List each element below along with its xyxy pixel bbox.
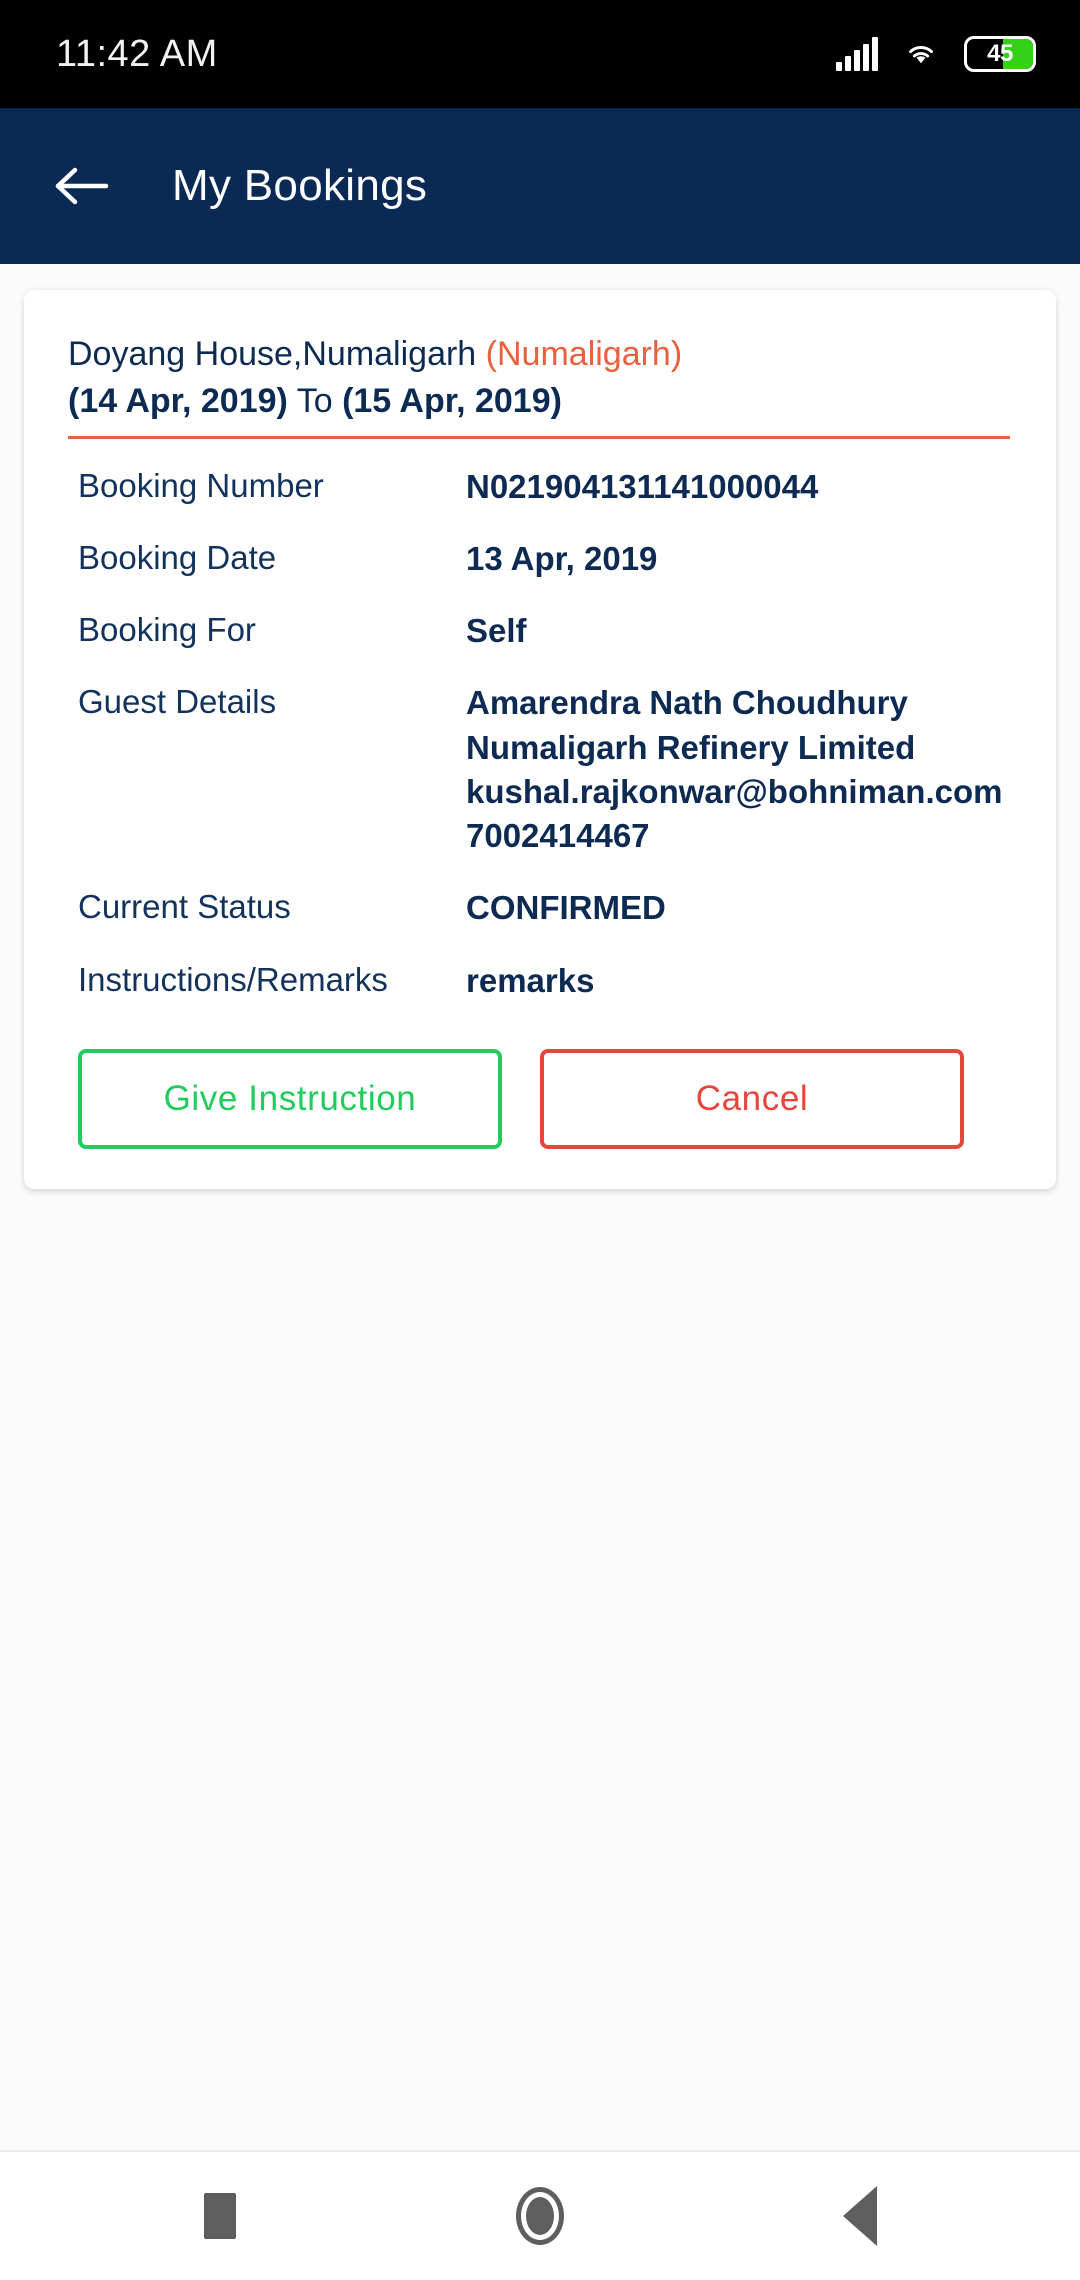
app-bar: My Bookings: [0, 108, 1080, 264]
booking-header: Doyang House,Numaligarh (Numaligarh) (14…: [68, 332, 1010, 439]
booking-card: Doyang House,Numaligarh (Numaligarh) (14…: [24, 290, 1056, 1189]
square-recents-icon: [204, 2193, 236, 2239]
booking-dates-line: (14 Apr, 2019) To (15 Apr, 2019): [68, 379, 1010, 424]
guest-email: kushal.rajkonwar@bohniman.com: [466, 772, 1003, 810]
check-out-date: (15 Apr, 2019): [342, 381, 562, 420]
property-name: Doyang House,Numaligarh: [68, 335, 477, 373]
recents-button[interactable]: [175, 2171, 265, 2261]
battery-level: 45: [987, 40, 1013, 67]
back-arrow-icon: [55, 167, 109, 205]
status-icons: 45: [836, 36, 1036, 72]
home-button[interactable]: [495, 2171, 585, 2261]
detail-row-booking-date: Booking Date 13 Apr, 2019: [60, 537, 1020, 581]
detail-value: N021904131141000044: [466, 467, 819, 505]
booking-details-list: Booking Number N021904131141000044 Booki…: [60, 465, 1020, 1003]
back-button[interactable]: [46, 150, 118, 222]
page-title: My Bookings: [172, 161, 428, 210]
status-badge: CONFIRMED: [466, 889, 666, 927]
detail-label: Guest Details: [78, 683, 277, 721]
phone-screen: 11:42 AM 45 My Bookings Doyang House,Num…: [0, 0, 1080, 2280]
detail-value: 13 Apr, 2019: [466, 539, 658, 577]
guest-name: Amarendra Nath Choudhury: [466, 684, 908, 722]
detail-row-booking-for: Booking For Self: [60, 609, 1020, 653]
signal-bars-icon: [836, 37, 878, 71]
content-area: Doyang House,Numaligarh (Numaligarh) (14…: [0, 264, 1080, 2150]
system-navigation-bar: [0, 2150, 1080, 2280]
detail-value-group: Amarendra Nath Choudhury Numaligarh Refi…: [466, 681, 1002, 858]
detail-label: Booking Number: [78, 466, 324, 504]
detail-label: Booking Date: [78, 538, 277, 576]
check-in-date: (14 Apr, 2019): [68, 381, 288, 420]
status-bar: 11:42 AM 45: [0, 0, 1080, 108]
action-buttons: Give Instruction Cancel: [60, 1048, 1020, 1149]
status-clock: 11:42 AM: [56, 32, 218, 75]
booking-property-line: Doyang House,Numaligarh (Numaligarh): [68, 332, 1010, 377]
detail-label: Booking For: [78, 611, 256, 649]
cancel-button[interactable]: Cancel: [540, 1048, 964, 1149]
guest-phone: 7002414467: [466, 817, 650, 855]
guest-organisation: Numaligarh Refinery Limited: [466, 728, 916, 766]
dates-separator: To: [296, 381, 333, 420]
give-instruction-button[interactable]: Give Instruction: [78, 1048, 502, 1149]
system-back-button[interactable]: [815, 2171, 905, 2261]
wifi-icon: [909, 46, 933, 64]
detail-value: remarks: [466, 961, 595, 999]
circle-home-icon: [516, 2187, 564, 2245]
property-location: (Numaligarh): [485, 335, 683, 373]
detail-label: Instructions/Remarks: [78, 960, 388, 998]
detail-row-current-status: Current Status CONFIRMED: [60, 886, 1020, 930]
detail-row-instructions-remarks: Instructions/Remarks remarks: [60, 959, 1020, 1003]
triangle-back-icon: [843, 2186, 877, 2246]
detail-row-booking-number: Booking Number N021904131141000044: [60, 465, 1020, 509]
detail-value: Self: [466, 612, 527, 650]
detail-label: Current Status: [78, 888, 291, 926]
battery-icon: 45: [964, 36, 1036, 72]
detail-row-guest-details: Guest Details Amarendra Nath Choudhury N…: [60, 681, 1020, 858]
